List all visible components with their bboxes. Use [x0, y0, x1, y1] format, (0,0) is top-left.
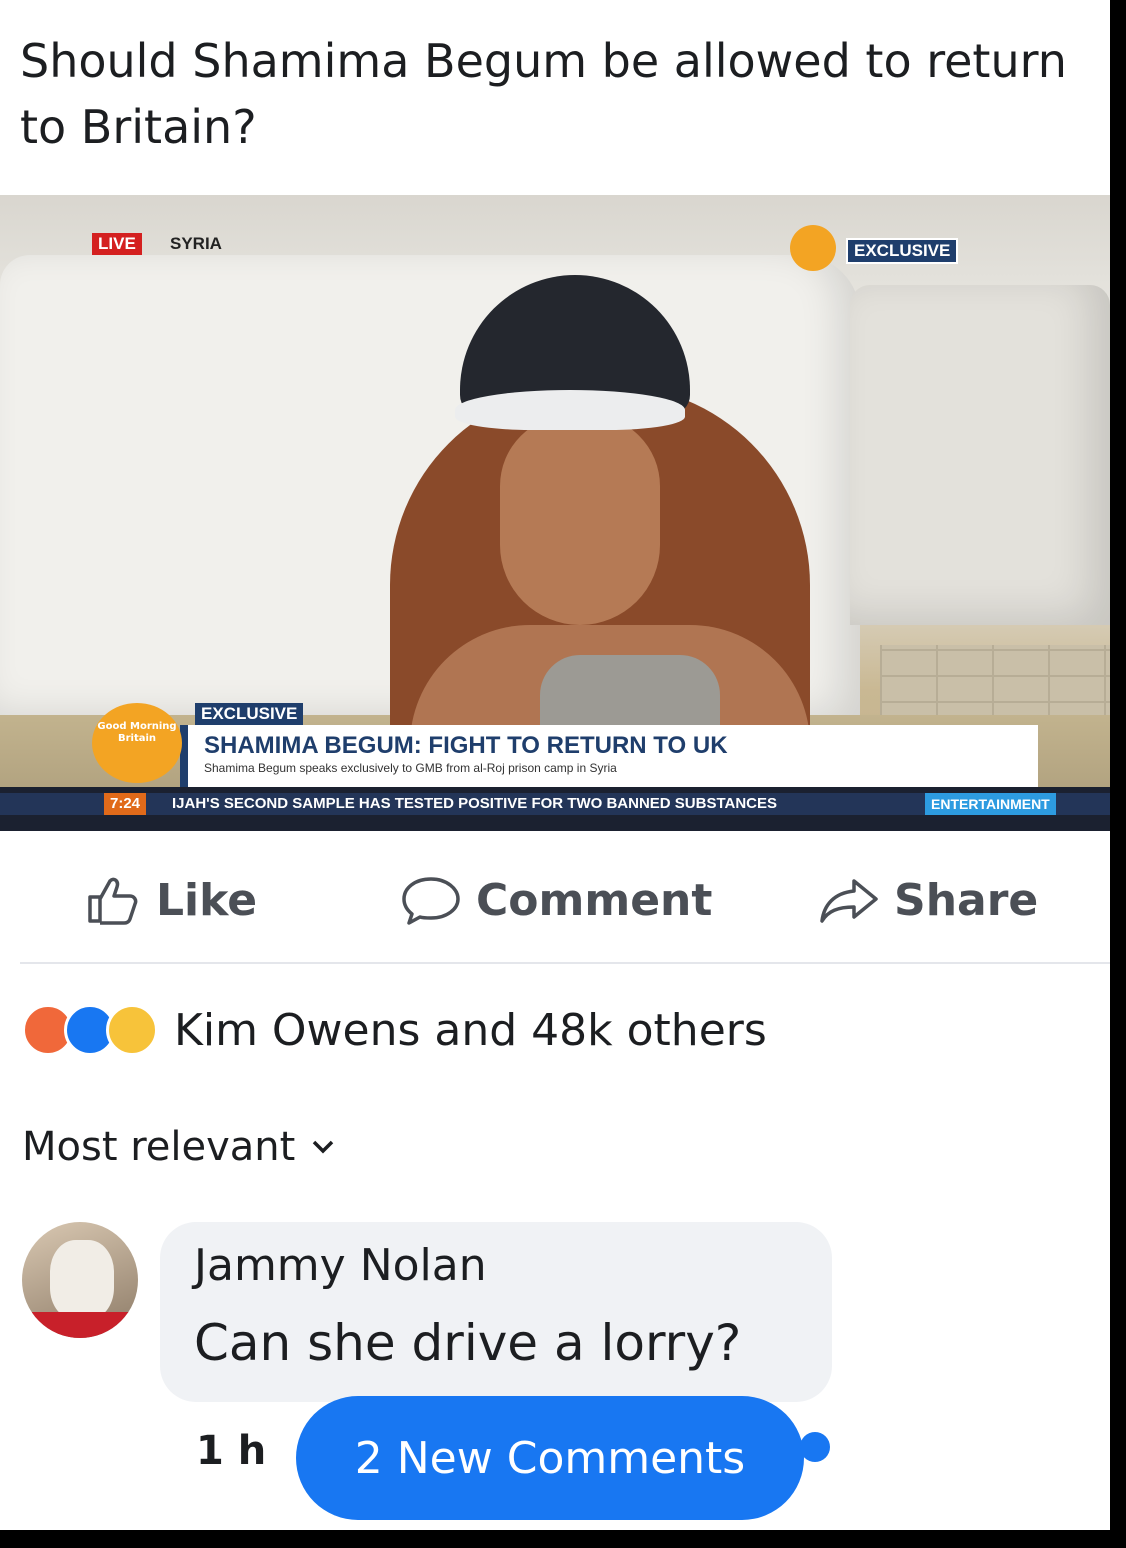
news-headline: SHAMIMA BEGUM: FIGHT TO RETURN TO UK: [204, 732, 728, 759]
like-button[interactable]: Like: [86, 870, 257, 930]
live-badge: LIVE: [92, 233, 142, 255]
like-label: Like: [156, 874, 258, 926]
location-label: SYRIA: [170, 234, 222, 253]
video-frame[interactable]: LIVE SYRIA EXCLUSIVE Good Morning Britai…: [0, 195, 1110, 831]
notification-dot-icon: [800, 1432, 830, 1462]
new-comments-button[interactable]: 2 New Comments: [296, 1396, 804, 1520]
share-button[interactable]: Share: [818, 870, 1038, 930]
post-actions: Like Comment Share: [0, 840, 1110, 960]
comment-text: Can she drive a lorry?: [194, 1314, 742, 1372]
news-ticker: 7:24 IJAH'S SECOND SAMPLE HAS TESTED POS…: [0, 787, 1110, 831]
reactions-text: Kim Owens and 48k others: [174, 1004, 767, 1056]
tent-background-right: [850, 285, 1110, 625]
share-label: Share: [894, 874, 1039, 926]
ticker-time: 7:24: [104, 793, 147, 815]
comment-sort-dropdown[interactable]: Most relevant: [22, 1124, 335, 1170]
ticker-text: IJAH'S SECOND SAMPLE HAS TESTED POSITIVE…: [172, 795, 778, 812]
ticker-category: ENTERTAINMENT: [925, 793, 1056, 815]
reactions-summary[interactable]: Kim Owens and 48k others: [22, 1000, 767, 1060]
comment-label: Comment: [476, 874, 713, 926]
avatar[interactable]: [22, 1222, 138, 1338]
channel-logo-lower: Good Morning Britain: [92, 703, 182, 783]
news-subheadline: Shamima Begum speaks exclusively to GMB …: [204, 761, 617, 775]
comment-timestamp[interactable]: 1 h: [196, 1428, 266, 1474]
sort-label: Most relevant: [22, 1124, 296, 1170]
comment-author[interactable]: Jammy Nolan: [194, 1240, 487, 1291]
share-arrow-icon: [820, 879, 878, 923]
post-title: Should Shamima Begum be allowed to retur…: [20, 34, 1067, 154]
haha-reaction-icon: [106, 1004, 158, 1056]
exclusive-badge-top: EXCLUSIVE: [846, 238, 959, 264]
chevron-down-icon: [313, 1140, 334, 1154]
speech-bubble-icon: [402, 877, 460, 925]
channel-logo-icon: [790, 225, 836, 271]
facebook-post: Should Shamima Begum be allowed to retur…: [0, 0, 1110, 1530]
divider: [20, 962, 1110, 964]
exclusive-badge-lower: EXCLUSIVE: [195, 703, 304, 725]
thumbs-up-icon: [88, 877, 138, 925]
comment-button[interactable]: Comment: [400, 870, 712, 930]
